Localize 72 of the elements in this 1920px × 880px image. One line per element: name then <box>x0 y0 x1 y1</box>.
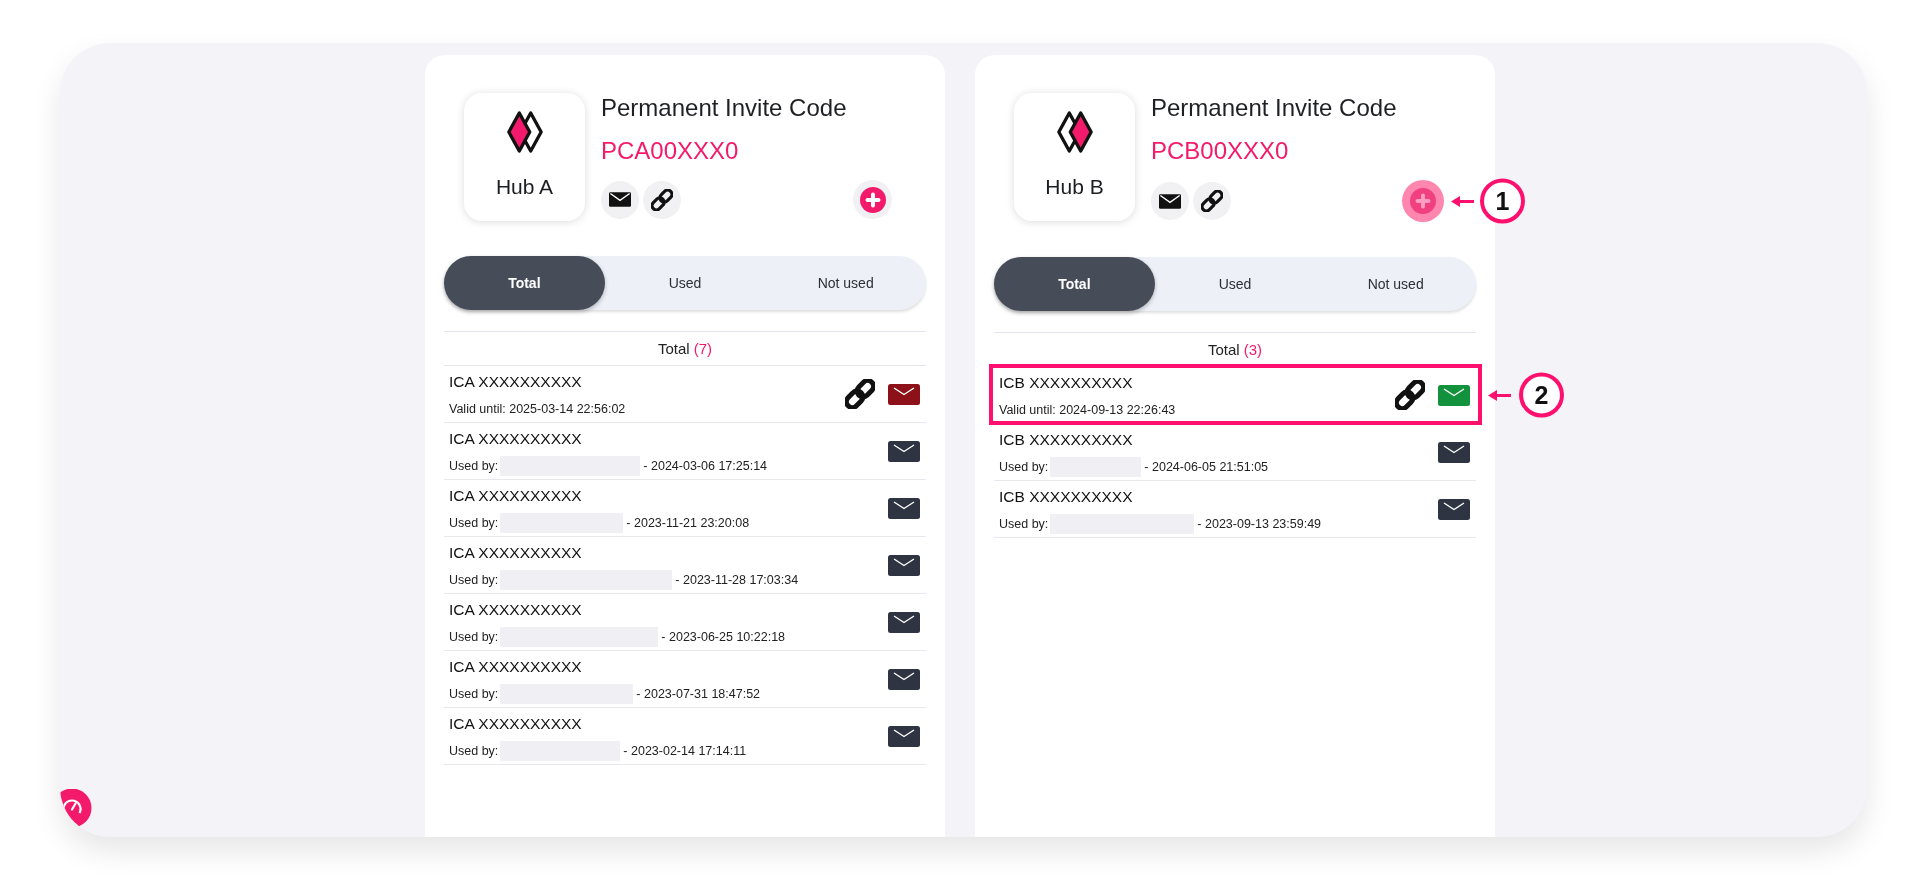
used-by-label: Used by: <box>449 459 499 473</box>
invite-code: ICB XXXXXXXXXX <box>999 373 1134 393</box>
list-count: (3) <box>1243 341 1262 358</box>
used-by-label: Used by: <box>449 573 499 587</box>
callout-number: 1 <box>1480 178 1525 224</box>
mail-button[interactable] <box>1151 182 1189 220</box>
list-count: (7) <box>693 340 712 357</box>
used-by-label: Used by: <box>999 517 1049 531</box>
mail-icon[interactable] <box>888 611 920 633</box>
link-button[interactable] <box>643 180 681 219</box>
mail-icon <box>1159 193 1181 209</box>
used-date: - 2023-07-31 18:47:52 <box>636 687 761 701</box>
mail-icon[interactable] <box>888 383 920 405</box>
tab[interactable]: Not used <box>765 256 926 310</box>
mail-button[interactable] <box>601 180 639 219</box>
mail-icon[interactable] <box>1438 441 1470 463</box>
mail-icon[interactable] <box>888 668 920 690</box>
link-icon <box>1201 190 1223 212</box>
callout-arrow <box>1451 195 1474 207</box>
invite-code: ICB XXXXXXXXXX <box>999 487 1134 507</box>
used-date: - 2024-06-05 21:51:05 <box>1144 460 1269 474</box>
link-icon <box>651 188 673 211</box>
add-button[interactable] <box>853 180 892 219</box>
used-by-label: Used by: <box>449 516 499 530</box>
tab[interactable]: Used <box>1154 257 1316 311</box>
plus-icon <box>859 186 886 213</box>
mail-icon[interactable] <box>888 554 920 576</box>
card-title: Permanent Invite Code <box>1151 94 1398 122</box>
invite-code: ICA XXXXXXXXXX <box>449 543 583 563</box>
invite-code: ICA XXXXXXXXXX <box>449 657 583 677</box>
valid-until-text: Valid until: 2025-03-14 22:56:02 <box>449 402 626 416</box>
hub-name: Hub B <box>1045 175 1104 199</box>
tab[interactable]: Total <box>994 257 1155 311</box>
add-button[interactable] <box>1402 180 1444 222</box>
list-title: Total <box>1208 341 1240 358</box>
callout-number: 2 <box>1519 372 1564 418</box>
invite-code: ICA XXXXXXXXXX <box>449 600 583 620</box>
used-date: - 2023-06-25 10:22:18 <box>661 630 786 644</box>
used-date: - 2023-11-28 17:03:34 <box>675 573 799 587</box>
mail-icon <box>609 192 631 207</box>
invite-code: PCA00XXX0 <box>601 137 740 165</box>
invite-code: ICA XXXXXXXXXX <box>449 372 583 392</box>
used-date: - 2024-03-06 17:25:14 <box>643 459 768 473</box>
used-date: - 2023-09-13 23:59:49 <box>1197 517 1322 531</box>
list-title: Total <box>658 340 690 357</box>
invite-code: ICB XXXXXXXXXX <box>999 430 1134 450</box>
tab[interactable]: Not used <box>1315 257 1476 311</box>
invite-code: ICA XXXXXXXXXX <box>449 486 583 506</box>
callout-arrow <box>1488 389 1511 401</box>
mail-icon[interactable] <box>888 440 920 462</box>
gauge-icon[interactable] <box>60 789 92 827</box>
link-button[interactable] <box>1193 182 1231 220</box>
used-by-label: Used by: <box>449 687 499 701</box>
used-by-label: Used by: <box>999 460 1049 474</box>
card-title: Permanent Invite Code <box>601 94 848 122</box>
tab[interactable]: Total <box>444 256 605 310</box>
mail-icon[interactable] <box>888 497 920 519</box>
valid-until-text: Valid until: 2024-09-13 22:26:43 <box>999 403 1176 417</box>
link-icon[interactable] <box>845 379 875 409</box>
used-by-label: Used by: <box>449 630 499 644</box>
plus-icon <box>1410 188 1436 214</box>
used-by-label: Used by: <box>449 744 499 758</box>
used-date: - 2023-02-14 17:14:11 <box>623 744 747 758</box>
invite-code: ICA XXXXXXXXXX <box>449 714 583 734</box>
used-date: - 2023-11-21 23:20:08 <box>626 516 750 530</box>
hub-name: Hub A <box>495 175 554 199</box>
mail-icon[interactable] <box>888 725 920 747</box>
tab[interactable]: Used <box>604 256 766 310</box>
link-icon[interactable] <box>1395 380 1425 410</box>
invite-code: ICA XXXXXXXXXX <box>449 429 583 449</box>
invite-code: PCB00XXX0 <box>1151 137 1290 165</box>
mail-icon[interactable] <box>1438 498 1470 520</box>
